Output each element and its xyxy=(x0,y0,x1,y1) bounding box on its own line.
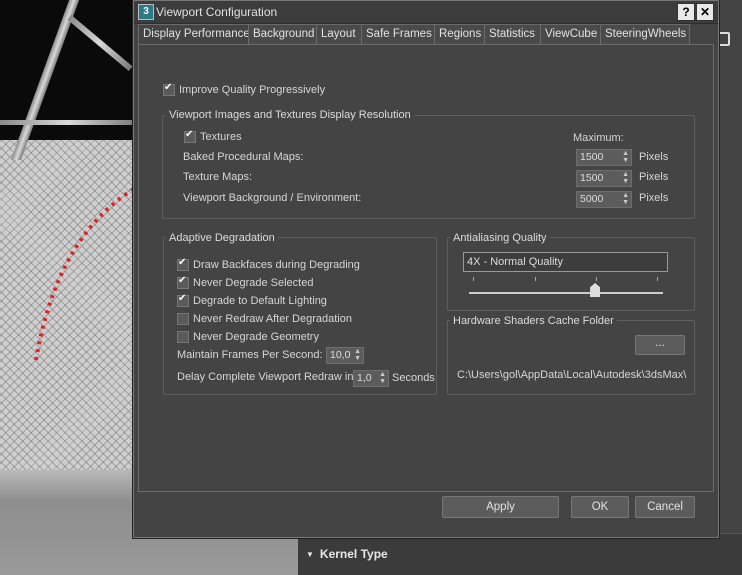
draw-backfaces-checkbox[interactable]: Draw Backfaces during Degrading xyxy=(177,257,360,272)
cancel-button[interactable]: Cancel xyxy=(635,496,695,518)
chevron-down-icon: ▼ xyxy=(306,550,314,560)
checkbox-icon xyxy=(177,293,189,308)
never-redraw-label: Never Redraw After Degradation xyxy=(193,313,352,325)
antialiasing-dropdown[interactable]: 4X - Normal Quality xyxy=(463,252,668,272)
adaptive-degradation-title: Adaptive Degradation xyxy=(166,232,278,244)
checkbox-icon xyxy=(163,82,175,97)
tab-layout[interactable]: Layout xyxy=(316,24,363,45)
delay-value: 1,0 xyxy=(357,372,372,384)
delay-unit: Seconds xyxy=(392,372,435,384)
texture-maps-unit: Pixels xyxy=(639,171,669,183)
checkbox-icon xyxy=(184,129,196,144)
textures-label: Textures xyxy=(200,131,242,143)
viewport-configuration-dialog: 3 Viewport Configuration ? ✕ Display Per… xyxy=(133,0,719,538)
spinner-arrows-icon[interactable]: ▲ ▼ xyxy=(354,348,361,362)
app-icon: 3 xyxy=(138,4,154,20)
slider-tick xyxy=(473,277,474,281)
help-button[interactable]: ? xyxy=(677,3,695,21)
spinner-arrows-icon[interactable]: ▲ ▼ xyxy=(622,192,629,206)
degrade-default-lighting-checkbox[interactable]: Degrade to Default Lighting xyxy=(177,293,327,308)
baked-maps-label: Baked Procedural Maps: xyxy=(183,151,304,163)
shader-cache-group xyxy=(447,320,695,395)
antialiasing-title: Antialiasing Quality xyxy=(450,232,550,244)
delay-spinner[interactable]: 1,0 ▲ ▼ xyxy=(353,370,389,387)
texture-maps-label: Texture Maps: xyxy=(183,171,253,183)
checkbox-icon xyxy=(177,313,189,326)
slider-tick xyxy=(535,277,536,281)
resolution-group-title: Viewport Images and Textures Display Res… xyxy=(166,109,414,121)
background-env-spinner[interactable]: 5000 ▲ ▼ xyxy=(576,191,632,208)
tab-background[interactable]: Background xyxy=(248,24,319,45)
background-env-value: 5000 xyxy=(580,193,604,205)
baked-maps-unit: Pixels xyxy=(639,151,669,163)
kernel-type-label: Kernel Type xyxy=(319,547,388,561)
tab-viewcube[interactable]: ViewCube xyxy=(540,24,602,45)
delay-label: Delay Complete Viewport Redraw in xyxy=(177,371,354,383)
texture-maps-value: 1500 xyxy=(580,172,604,184)
fps-value: 10,0 xyxy=(330,349,351,361)
spinner-arrows-icon[interactable]: ▲ ▼ xyxy=(379,371,386,385)
draw-backfaces-label: Draw Backfaces during Degrading xyxy=(193,259,360,271)
texture-maps-spinner[interactable]: 1500 ▲ ▼ xyxy=(576,170,632,187)
slider-tick xyxy=(657,277,658,281)
command-panel xyxy=(716,0,742,575)
tab-steeringwheels[interactable]: SteeringWheels xyxy=(600,24,690,45)
spinner-arrows-icon[interactable]: ▲ ▼ xyxy=(622,171,629,185)
tab-display-performance[interactable]: Display Performance xyxy=(138,24,250,46)
shader-cache-title: Hardware Shaders Cache Folder xyxy=(450,315,617,327)
kernel-type-rollout[interactable]: ▼ Kernel Type xyxy=(306,547,388,561)
apply-button[interactable]: Apply xyxy=(442,496,559,518)
title-bar[interactable]: 3 Viewport Configuration ? ✕ xyxy=(134,1,718,24)
checkbox-icon xyxy=(177,257,189,272)
never-degrade-selected-checkbox[interactable]: Never Degrade Selected xyxy=(177,275,314,290)
slider-tick xyxy=(596,277,597,281)
fps-spinner[interactable]: 10,0 ▲ ▼ xyxy=(326,347,364,364)
spinner-arrows-icon[interactable]: ▲ ▼ xyxy=(622,150,629,164)
degrade-default-lighting-label: Degrade to Default Lighting xyxy=(193,295,327,307)
slider-track[interactable] xyxy=(469,292,663,294)
dialog-title: Viewport Configuration xyxy=(156,5,278,19)
close-button[interactable]: ✕ xyxy=(696,3,714,21)
textures-checkbox[interactable]: Textures xyxy=(184,129,242,144)
never-redraw-checkbox[interactable]: Never Redraw After Degradation xyxy=(177,313,352,326)
baked-maps-value: 1500 xyxy=(580,151,604,163)
browse-button[interactable]: ... xyxy=(635,335,685,355)
never-degrade-selected-label: Never Degrade Selected xyxy=(193,277,314,289)
improve-quality-checkbox[interactable]: Improve Quality Progressively xyxy=(163,82,326,97)
never-degrade-geometry-label: Never Degrade Geometry xyxy=(193,331,319,343)
antialiasing-group xyxy=(447,237,695,311)
checkbox-icon xyxy=(177,331,189,344)
maximum-label: Maximum: xyxy=(573,132,624,144)
display-performance-pane: Improve Quality Progressively Viewport I… xyxy=(138,44,714,492)
fps-label: Maintain Frames Per Second: xyxy=(177,349,323,361)
background-env-unit: Pixels xyxy=(639,192,669,204)
baked-maps-spinner[interactable]: 1500 ▲ ▼ xyxy=(576,149,632,166)
tab-safe-frames[interactable]: Safe Frames xyxy=(361,24,435,45)
improve-quality-label: Improve Quality Progressively xyxy=(179,84,326,96)
checkbox-icon xyxy=(177,275,189,290)
ok-button[interactable]: OK xyxy=(571,496,629,518)
background-env-label: Viewport Background / Environment: xyxy=(183,192,362,204)
tab-statistics[interactable]: Statistics xyxy=(484,24,542,45)
never-degrade-geometry-checkbox[interactable]: Never Degrade Geometry xyxy=(177,331,319,344)
shader-cache-path: C:\Users\gol\AppData\Local\Autodesk\3dsM… xyxy=(457,369,687,381)
tab-regions[interactable]: Regions xyxy=(434,24,486,45)
